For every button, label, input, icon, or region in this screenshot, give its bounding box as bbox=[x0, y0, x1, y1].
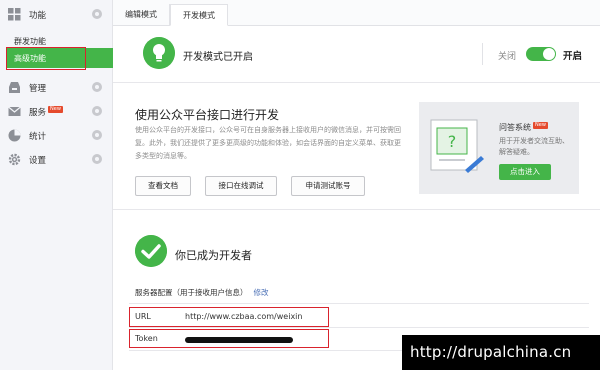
api-intro-section: 使用公众平台接口进行开发 使用公众平台的开发接口，公众号可在自身服务器上接收用户… bbox=[113, 84, 600, 210]
toggle-on-label: 开启 bbox=[563, 51, 583, 62]
apply-test-account-button[interactable]: 申请测试账号 bbox=[291, 176, 365, 196]
sidebar: 功能 群发功能 高级功能 管理 服务 New 统计 设置 bbox=[0, 0, 113, 370]
check-icon bbox=[135, 235, 167, 267]
dev-mode-toggle[interactable] bbox=[526, 47, 556, 61]
sidebar-group-settings[interactable]: 设置 bbox=[0, 149, 113, 171]
sidebar-group-label: 服务 New bbox=[29, 106, 63, 118]
svg-text:?: ? bbox=[448, 132, 457, 151]
mail-icon bbox=[8, 106, 21, 116]
developer-title: 你已成为开发者 bbox=[175, 249, 252, 262]
settings-icon[interactable] bbox=[92, 154, 102, 164]
tab-bar: 编辑模式 开发模式 bbox=[113, 0, 600, 26]
watermark: http://drupalchina.cn bbox=[402, 335, 600, 370]
toggle-knob bbox=[543, 48, 555, 60]
enter-qa-button[interactable]: 点击进入 bbox=[499, 164, 551, 180]
dev-mode-status: 开发模式已开启 关闭 开启 bbox=[113, 27, 600, 83]
sidebar-group-service[interactable]: 服务 New bbox=[0, 101, 113, 123]
dev-mode-status-text: 开发模式已开启 bbox=[183, 52, 253, 63]
server-config-label: 服务器配置（用于接收用户信息） 修改 bbox=[135, 288, 269, 297]
sidebar-group-label: 设置 bbox=[29, 156, 47, 166]
highlight-box bbox=[129, 329, 329, 348]
sidebar-group-features[interactable]: 功能 bbox=[0, 4, 113, 26]
highlight-box bbox=[6, 47, 86, 70]
qa-board-icon: ? bbox=[430, 119, 484, 173]
toggle-off-label: 关闭 bbox=[498, 52, 517, 62]
gear-icon bbox=[8, 153, 21, 166]
lightbulb-icon bbox=[143, 37, 175, 69]
sidebar-group-manage[interactable]: 管理 bbox=[0, 77, 113, 99]
pie-chart-icon bbox=[8, 129, 21, 142]
watermark-text: http://drupalchina.cn bbox=[410, 343, 572, 361]
promo-description: 用于开发者交流互助、解答疑难。 bbox=[499, 137, 569, 156]
grid-icon bbox=[8, 8, 21, 21]
sidebar-group-label: 功能 bbox=[29, 11, 47, 21]
tab-dev-mode[interactable]: 开发模式 bbox=[170, 4, 228, 26]
tray-icon bbox=[9, 82, 20, 93]
qa-promo-panel: ? 问答系统 New 用于开发者交流互助、解答疑难。 点击进入 bbox=[419, 102, 579, 194]
settings-icon[interactable] bbox=[92, 9, 102, 19]
divider bbox=[482, 43, 483, 65]
section-description: 使用公众平台的开发接口，公众号可在自身服务器上接收用户的微信消息，并可按需回复。… bbox=[135, 126, 401, 160]
settings-icon[interactable] bbox=[92, 82, 102, 92]
highlight-box bbox=[129, 307, 329, 327]
settings-icon[interactable] bbox=[92, 130, 102, 140]
new-badge: New bbox=[48, 106, 63, 113]
divider bbox=[129, 327, 589, 328]
promo-title: 问答系统 New bbox=[499, 122, 548, 132]
settings-icon[interactable] bbox=[92, 106, 102, 116]
view-docs-button[interactable]: 查看文档 bbox=[135, 176, 191, 196]
section-title: 使用公众平台接口进行开发 bbox=[135, 108, 280, 122]
sidebar-group-label: 统计 bbox=[29, 132, 47, 142]
sidebar-group-label: 管理 bbox=[29, 84, 47, 94]
api-debug-button[interactable]: 接口在线调试 bbox=[205, 176, 277, 196]
divider bbox=[129, 303, 589, 304]
sidebar-group-stats[interactable]: 统计 bbox=[0, 125, 113, 147]
main-content: 编辑模式 开发模式 开发模式已开启 关闭 开启 使用公众平台接口进行开发 使用公… bbox=[113, 0, 600, 370]
sidebar-item-mass-send[interactable]: 群发功能 bbox=[14, 36, 46, 47]
edit-link[interactable]: 修改 bbox=[254, 288, 269, 297]
tab-edit-mode[interactable]: 编辑模式 bbox=[113, 4, 170, 26]
new-badge: New bbox=[533, 122, 548, 129]
